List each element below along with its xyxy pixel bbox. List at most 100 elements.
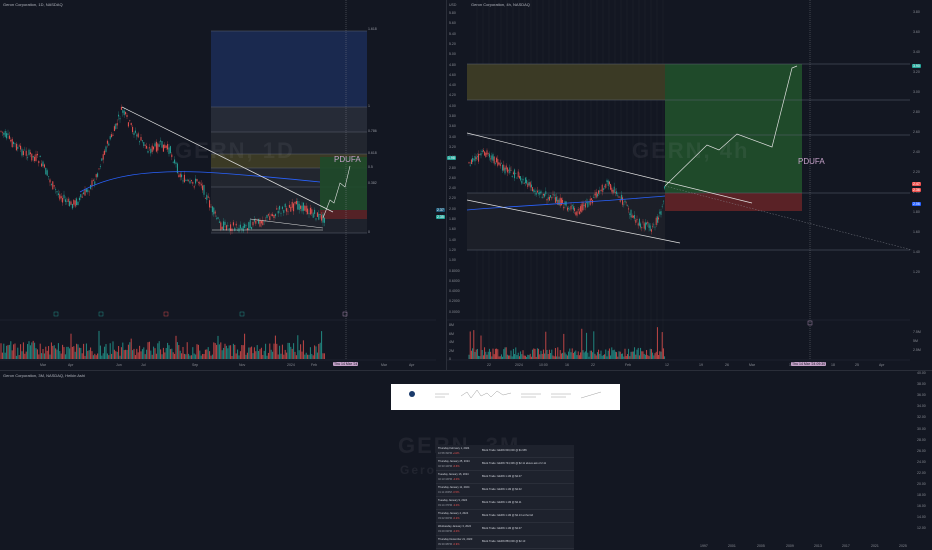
left-volume-bar-2054 xyxy=(204,349,206,359)
left-chart-svg xyxy=(0,0,436,361)
right-volume-bar-1456 xyxy=(592,352,594,359)
right-candle-1480 xyxy=(594,193,596,196)
right-y2-axis-label: 2.40 xyxy=(913,150,920,154)
right-chart-pane[interactable]: Geron Corporation, 4h, NASDAQ USD GERN, … xyxy=(446,0,932,370)
right-y-axis-label: 5.40 xyxy=(449,31,456,36)
left-volume-bar-2012 xyxy=(200,355,202,359)
right-volume-bar-1684 xyxy=(614,351,616,359)
left-volume-bar-2390 xyxy=(238,355,240,359)
left-volume-bar-3202 xyxy=(319,342,321,359)
left-volume-bar-1676 xyxy=(167,342,169,359)
left-volume-bar-2908 xyxy=(290,346,292,359)
right-volume-bar-2080 xyxy=(654,353,656,359)
right-volume-bar-2104 xyxy=(656,327,658,359)
left-volume-bar-3244 xyxy=(323,353,325,359)
right-symbol-title[interactable]: Geron Corporation, 4h, NASDAQ xyxy=(471,2,530,7)
right-volume-bar-1708 xyxy=(617,356,619,359)
right-candle-316 xyxy=(478,153,480,162)
right-candle-1768 xyxy=(623,204,625,206)
left-volume-bar-3076 xyxy=(307,354,309,359)
right-volume-bar-1180 xyxy=(564,352,566,359)
left-candle-808 xyxy=(80,194,82,198)
right-candle-856 xyxy=(532,187,534,192)
left-volume-bar-2572 xyxy=(256,345,258,359)
left-volume-bar-1984 xyxy=(197,344,199,359)
right-candle-916 xyxy=(538,192,540,194)
right-candle-700 xyxy=(516,177,518,179)
trade-message: Block Trade: GERN 1.1M @ $2.13 at the bi… xyxy=(482,514,534,517)
left-volume-bar-458 xyxy=(45,346,47,359)
right-y-axis-label: 0.0000 xyxy=(449,309,460,314)
right-volume-bar-1216 xyxy=(568,351,570,359)
right-y-axis-label: 3.40 xyxy=(449,134,456,139)
left-symbol-title[interactable]: Geron Corporation, 1D, NASDAQ xyxy=(3,2,63,7)
left-volume-bar-2628 xyxy=(262,354,264,359)
left-volume-bar-2754 xyxy=(274,335,276,359)
right-volume-bar-1288 xyxy=(575,350,577,359)
bottom-y-axis-label: 14.00 xyxy=(917,515,926,520)
left-candle-1732 xyxy=(172,161,174,163)
right-volume-bar-640 xyxy=(510,350,512,359)
right-y-axis-label: 5.80 xyxy=(449,11,456,15)
left-volume-bar-38 xyxy=(3,343,5,359)
left-candle-2698 xyxy=(269,216,271,221)
left-candle-220 xyxy=(21,149,23,156)
left-candle-640 xyxy=(63,194,65,199)
right-volume-bar-1096 xyxy=(556,356,558,359)
left-candle-1522 xyxy=(151,145,153,152)
left-volume-bar-276 xyxy=(27,344,29,359)
right-volume-bar-1576 xyxy=(604,354,606,359)
right-volume-bar-376 xyxy=(484,347,486,359)
left-volume-bar-318 xyxy=(31,342,33,359)
left-volume-bar-1354 xyxy=(134,355,136,359)
left-candle-2460 xyxy=(245,225,247,227)
left-volume-bar-1522 xyxy=(151,354,153,359)
left-chart-pane[interactable]: Geron Corporation, 1D, NASDAQ GERN, 1D P… xyxy=(0,0,436,370)
left-candle-416 xyxy=(41,163,43,167)
block-trade-row: Thursday February 1, 2024 10:58:39PM +11%… xyxy=(436,445,574,458)
left-volume-bar-1326 xyxy=(132,350,134,359)
left-candle-2334 xyxy=(232,222,234,226)
right-candle-352 xyxy=(481,150,483,152)
bottom-symbol-title[interactable]: Geron Corporation, 3M, NASDAQ, Heikin As… xyxy=(3,373,85,378)
right-candle-1852 xyxy=(631,215,633,218)
left-candle-1158 xyxy=(115,123,117,129)
right-volume-bar-1072 xyxy=(553,356,555,359)
right-candle-1336 xyxy=(580,206,582,212)
right-volume-bar-2116 xyxy=(658,355,660,359)
left-candle-668 xyxy=(66,201,68,202)
fib-level-label: 0.382 xyxy=(368,181,377,185)
right-volume-bar-760 xyxy=(522,350,524,359)
right-volume-bar-268 xyxy=(473,330,475,359)
left-volume-bar-1438 xyxy=(143,347,145,359)
left-volume-bar-808 xyxy=(80,347,82,359)
right-candle-1168 xyxy=(563,206,565,209)
right-candle-2056 xyxy=(652,226,654,228)
left-candle-2992 xyxy=(298,203,300,210)
block-trade-row: Tuesday January 9, 2024 03:14:37PM -3.0% B… xyxy=(436,497,574,510)
left-volume-bar-794 xyxy=(78,347,80,359)
left-price-axis[interactable]: 2.37 2.35 xyxy=(436,0,446,370)
right-candle-496 xyxy=(496,157,498,163)
left-candle-2978 xyxy=(297,201,299,210)
left-candle-430 xyxy=(42,161,44,166)
right-candle-2176 xyxy=(664,186,666,189)
left-volume-bar-2208 xyxy=(220,342,222,359)
left-candle-1802 xyxy=(179,173,181,178)
bottom-y-axis-label: 24.00 xyxy=(917,459,926,464)
right-y2-axis-label: 3.80 xyxy=(913,10,920,14)
right-candle-976 xyxy=(544,193,546,197)
left-volume-bar-668 xyxy=(66,346,68,359)
right-volume-bar-436 xyxy=(490,351,492,359)
trade-date: Tuesday January 9, 2024 xyxy=(438,498,468,502)
left-volume-bar-2838 xyxy=(283,354,285,359)
left-candle-52 xyxy=(4,130,6,137)
left-volume-bar-2880 xyxy=(287,342,289,359)
left-x-axis-label: Apr xyxy=(68,363,74,367)
left-candle-2782 xyxy=(277,210,279,214)
right-candle-448 xyxy=(491,155,493,160)
left-candle-2012 xyxy=(200,183,202,186)
left-candle-990 xyxy=(98,168,100,170)
left-candle-2026 xyxy=(202,185,204,191)
right-candle-1156 xyxy=(562,199,564,204)
